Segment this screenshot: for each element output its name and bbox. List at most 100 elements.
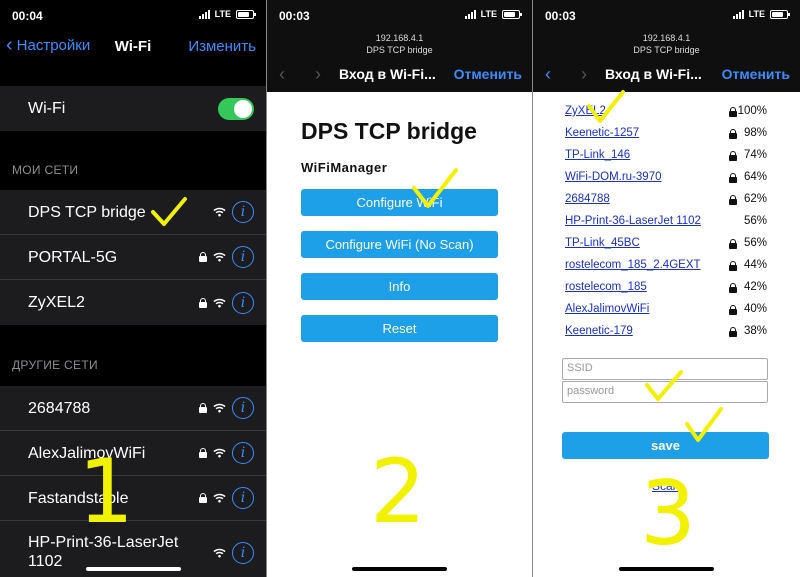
info-icon[interactable]: i: [232, 442, 254, 464]
edit-button[interactable]: Изменить: [188, 38, 256, 55]
url-host: 192.168.4.1: [642, 33, 691, 43]
signal-percent: 100%: [737, 105, 767, 117]
info-icon[interactable]: i: [232, 487, 254, 509]
lock-icon: [729, 195, 737, 205]
network-link[interactable]: TP-Link_45BC: [565, 237, 640, 249]
info-icon[interactable]: i: [232, 542, 254, 564]
my-networks-header: МОИ СЕТИ: [12, 163, 79, 177]
network-item: rostelecom_185_2.4GEXT 44%: [565, 256, 767, 278]
network-row[interactable]: ZyXEL2 i: [0, 280, 266, 325]
wifi-signal-icon: [213, 252, 226, 262]
network-name: ZyXEL2: [28, 294, 85, 311]
status-time: 00:03: [545, 9, 576, 23]
wifi-toggle-switch[interactable]: [218, 97, 254, 120]
lock-icon: [729, 305, 737, 315]
checkmark-annotation-icon: [685, 407, 723, 442]
wifi-signal-icon: [213, 548, 226, 558]
network-row[interactable]: 2684788 i: [0, 386, 266, 431]
cancel-button[interactable]: Отменить: [454, 66, 522, 82]
browser-title: Вход в Wi-Fi...: [339, 66, 436, 82]
network-item: WiFi-DOM.ru-3970 64%: [565, 168, 767, 190]
network-item: rostelecom_185 42%: [565, 278, 767, 300]
signal-bars-icon: [464, 9, 476, 19]
lock-icon: [729, 239, 737, 249]
cancel-button[interactable]: Отменить: [722, 66, 790, 82]
checkmark-annotation-icon: [587, 90, 625, 123]
info-icon[interactable]: i: [232, 291, 254, 314]
lock-icon: [729, 107, 737, 117]
network-item: TP-Link_146 74%: [565, 146, 767, 168]
network-row[interactable]: DPS TCP bridge i: [0, 190, 266, 235]
info-icon[interactable]: i: [232, 201, 254, 223]
browser-header: 00:03 LTE 192.168.4.1 DPS TCP bridge ‹ ›…: [267, 0, 532, 92]
network-item: Keenetic-1257 98%: [565, 124, 767, 146]
lock-icon: [729, 283, 737, 293]
signal-percent: 40%: [743, 303, 767, 315]
network-link[interactable]: TP-Link_146: [565, 149, 630, 161]
url-page-title: DPS TCP bridge: [633, 45, 700, 55]
wifimanager-home-panel: 00:03 LTE 192.168.4.1 DPS TCP bridge ‹ ›…: [267, 0, 532, 577]
signal-percent: 42%: [743, 281, 767, 293]
signal-percent: 74%: [743, 149, 767, 161]
wifi-toggle-row: Wi-Fi: [0, 86, 266, 131]
lock-icon: [729, 327, 737, 337]
home-indicator: [619, 567, 714, 571]
network-item: HP-Print-36-LaserJet 1102 56%: [565, 212, 767, 234]
url-host: 192.168.4.1: [375, 33, 424, 43]
network-link[interactable]: HP-Print-36-LaserJet 1102: [565, 215, 701, 227]
info-icon[interactable]: i: [232, 397, 254, 419]
wifi-signal-icon: [213, 493, 226, 503]
back-arrow-icon[interactable]: ‹: [545, 64, 551, 85]
network-type: LTE: [214, 9, 231, 19]
scanned-networks-list: ZyXEL2 100% Keenetic-1257 98% TP-Link_146 7…: [565, 102, 767, 344]
network-item: AlexJalimovWiFi 40%: [565, 300, 767, 322]
wifi-signal-icon: [213, 448, 226, 458]
browser-header: 00:03 LTE 192.168.4.1 DPS TCP bridge ‹ ›…: [533, 0, 800, 92]
wifimanager-config-panel: 00:03 LTE 192.168.4.1 DPS TCP bridge ‹ ›…: [533, 0, 800, 577]
ios-wifi-settings-panel: 00:04 LTE ‹ Настройки Wi-Fi Изменить Wi-F…: [0, 0, 266, 577]
navigation-bar: ‹ Настройки Wi-Fi Изменить: [0, 30, 266, 64]
network-link[interactable]: 2684788: [565, 193, 610, 205]
signal-percent: 98%: [743, 127, 767, 139]
network-link[interactable]: rostelecom_185_2.4GEXT: [565, 259, 701, 271]
lock-icon: [729, 261, 737, 271]
forward-arrow-icon[interactable]: ›: [315, 64, 321, 85]
status-time: 00:04: [12, 9, 43, 23]
lock-icon: [199, 252, 207, 262]
network-link[interactable]: Keenetic-179: [565, 325, 633, 337]
network-link[interactable]: rostelecom_185: [565, 281, 647, 293]
status-bar: 00:04 LTE: [0, 0, 266, 30]
my-networks-list: DPS TCP bridge i PORTAL-5G i ZyXEL2 i: [0, 190, 266, 325]
reset-button[interactable]: Reset: [301, 315, 498, 342]
network-item: Keenetic-179 38%: [565, 322, 767, 344]
network-link[interactable]: Keenetic-1257: [565, 127, 639, 139]
battery-icon: [770, 9, 790, 19]
lock-icon: [199, 297, 207, 308]
save-button[interactable]: save: [562, 432, 769, 459]
network-link[interactable]: WiFi-DOM.ru-3970: [565, 171, 661, 183]
lock-icon: [729, 129, 737, 139]
network-name: 2684788: [28, 399, 91, 417]
configure-wifi-no-scan-button[interactable]: Configure WiFi (No Scan): [301, 231, 498, 258]
forward-arrow-icon[interactable]: ›: [581, 64, 587, 85]
page-address: 192.168.4.1 DPS TCP bridge: [533, 32, 800, 56]
home-indicator: [352, 567, 447, 571]
back-arrow-icon[interactable]: ‹: [279, 64, 285, 85]
step-number: 2: [370, 440, 426, 543]
info-button[interactable]: Info: [301, 273, 498, 300]
lock-icon: [199, 448, 207, 458]
page-subheading: WiFiManager: [301, 160, 388, 175]
checkmark-annotation-icon: [151, 197, 187, 226]
signal-bars-icon: [198, 9, 210, 19]
browser-nav-row: ‹ › Вход в Wi-Fi... Отменить: [267, 62, 532, 88]
battery-icon: [236, 9, 256, 19]
info-icon[interactable]: i: [232, 246, 254, 268]
configure-wifi-button[interactable]: Configure WiFi: [301, 189, 498, 216]
signal-percent: 44%: [743, 259, 767, 271]
status-time: 00:03: [279, 9, 310, 23]
step-number: 3: [640, 462, 696, 565]
url-page-title: DPS TCP bridge: [366, 45, 433, 55]
step-number: 1: [78, 440, 134, 543]
network-link[interactable]: AlexJalimovWiFi: [565, 303, 649, 315]
network-row[interactable]: PORTAL-5G i: [0, 235, 266, 280]
